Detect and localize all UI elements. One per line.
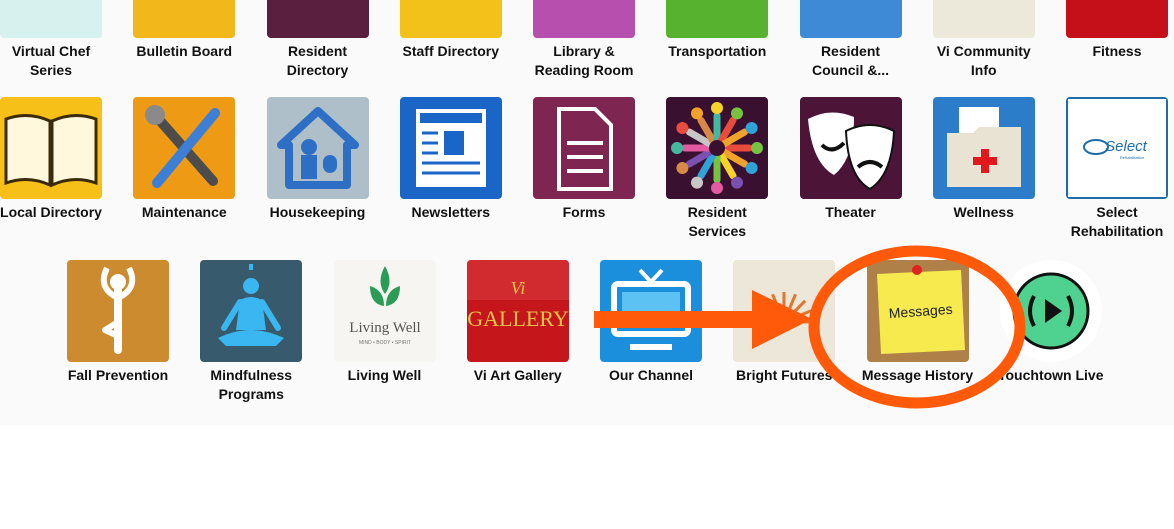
staff-directory-icon (399, 0, 502, 38)
app-tile-fitness[interactable]: Fitness (1057, 0, 1174, 61)
app-tile-vi-art-gallery[interactable]: Vi GALLERY Vi Art Gallery (458, 260, 578, 385)
app-tile-label: Transportation (668, 43, 767, 59)
tv-icon (600, 260, 702, 362)
book-icon (533, 0, 635, 38)
council-icon (799, 0, 902, 38)
medical-folder-icon (932, 97, 1035, 199)
app-tile-wellness[interactable]: Wellness (924, 97, 1044, 222)
app-tile-vi-community-info[interactable]: Vi Community Info (924, 0, 1044, 80)
app-tile-label: Vi Community Info (936, 43, 1031, 78)
app-tile-theater[interactable]: Theater (791, 97, 911, 222)
app-tile-label: Local Directory (0, 204, 102, 220)
app-tile-newsletters[interactable]: Newsletters (391, 97, 511, 222)
app-tile-bright-futures[interactable]: Bright Futures (724, 260, 844, 385)
app-tile-label: Wellness (953, 204, 1014, 220)
app-tile-label: Bulletin Board (136, 43, 233, 59)
folder-icon (932, 0, 1035, 38)
app-tile-library-reading-room[interactable]: Library & Reading Room (524, 0, 644, 80)
app-tile-local-directory[interactable]: Local Directory (0, 97, 111, 222)
svg-text:GALLERY: GALLERY (467, 306, 569, 331)
app-tile-our-channel[interactable]: Our Channel (591, 260, 711, 385)
svg-text:Living Well: Living Well (349, 320, 420, 336)
app-tile-label: Forms (562, 204, 606, 220)
select-logo-icon: Select Rehabilitation (1066, 97, 1168, 199)
running-icon (1066, 0, 1168, 38)
bus-icon (666, 0, 769, 38)
app-tile-staff-directory[interactable]: Staff Directory (391, 0, 511, 61)
sticky-note-icon: Messages (866, 260, 969, 362)
app-tile-label: Vi Art Gallery (473, 367, 562, 383)
app-tile-label: Mindfulness Programs (210, 367, 293, 402)
app-tile-label: Fall Prevention (67, 367, 169, 383)
open-book-icon (0, 97, 102, 199)
app-tile-living-well[interactable]: Living Well MIND • BODY • SPIRIT Living We… (325, 260, 445, 385)
svg-text:Vi: Vi (510, 278, 525, 298)
app-tile-select-rehabilitation[interactable]: Select Rehabilitation Select Rehabilitation (1057, 97, 1174, 241)
app-tile-transportation[interactable]: Transportation (657, 0, 777, 61)
people-circle-icon (666, 97, 769, 199)
app-tile-housekeeping[interactable]: Housekeeping (258, 97, 378, 222)
app-tile-label: Bright Futures (736, 367, 833, 383)
masks-icon (799, 97, 902, 199)
app-tile-label: Maintenance (141, 204, 227, 220)
app-tile-label: Theater (825, 204, 876, 220)
app-tile-label: Staff Directory (402, 43, 499, 59)
app-tile-resident-directory[interactable]: Resident Directory (258, 0, 378, 80)
sunrise-logo-icon (733, 260, 836, 362)
gallery-logo-icon: Vi GALLERY (466, 260, 569, 362)
tools-icon (133, 97, 236, 199)
resident-directory-icon (266, 0, 369, 38)
app-tile-message-history[interactable]: Messages Message History (858, 260, 978, 385)
app-tile-label: Select Rehabilitation (1070, 204, 1164, 239)
app-tile-resident-council[interactable]: Resident Council &... (791, 0, 911, 80)
app-tile-virtual-chef-series[interactable]: Virtual Chef Series (0, 0, 111, 80)
app-tile-label: Housekeeping (269, 204, 366, 220)
svg-text:Select: Select (1105, 138, 1148, 155)
app-tile-label: Newsletters (411, 204, 491, 220)
document-icon (533, 97, 635, 199)
app-tile-resident-services[interactable]: Resident Services (657, 97, 777, 241)
app-tile-label: Virtual Chef Series (11, 43, 91, 78)
app-tile-label: Message History (861, 367, 974, 383)
app-tile-label: Fitness (1092, 43, 1142, 59)
house-icon (266, 97, 369, 199)
svg-text:Rehabilitation: Rehabilitation (1120, 155, 1144, 160)
app-tile-fall-prevention[interactable]: Fall Prevention (58, 260, 178, 385)
app-tile-label: Resident Services (687, 204, 747, 239)
tree-pose-icon (67, 260, 169, 362)
broadcast-icon (999, 260, 1102, 362)
app-tile-bulletin-board[interactable]: Bulletin Board (124, 0, 244, 61)
app-tile-maintenance[interactable]: Maintenance (124, 97, 244, 222)
app-tile-label: Touchtown Live (997, 367, 1104, 383)
app-tile-mindfulness-programs[interactable]: Mindfulness Programs (191, 260, 311, 404)
app-tile-forms[interactable]: Forms (524, 97, 644, 222)
meditation-icon (200, 260, 303, 362)
app-tile-touchtown-live[interactable]: Touchtown Live (991, 260, 1111, 385)
bulletin-icon (133, 0, 236, 38)
newspaper-icon (399, 97, 502, 199)
living-well-logo-icon: Living Well MIND • BODY • SPIRIT (333, 260, 436, 362)
app-tile-label: Resident Directory (286, 43, 349, 78)
app-tile-label: Our Channel (608, 367, 693, 383)
app-tile-label: Living Well (347, 367, 422, 383)
video-icon (0, 0, 102, 38)
svg-text:MIND • BODY • SPIRIT: MIND • BODY • SPIRIT (358, 340, 410, 346)
app-tile-label: Resident Council &... (812, 43, 889, 78)
app-tile-label: Library & Reading Room (534, 43, 634, 78)
